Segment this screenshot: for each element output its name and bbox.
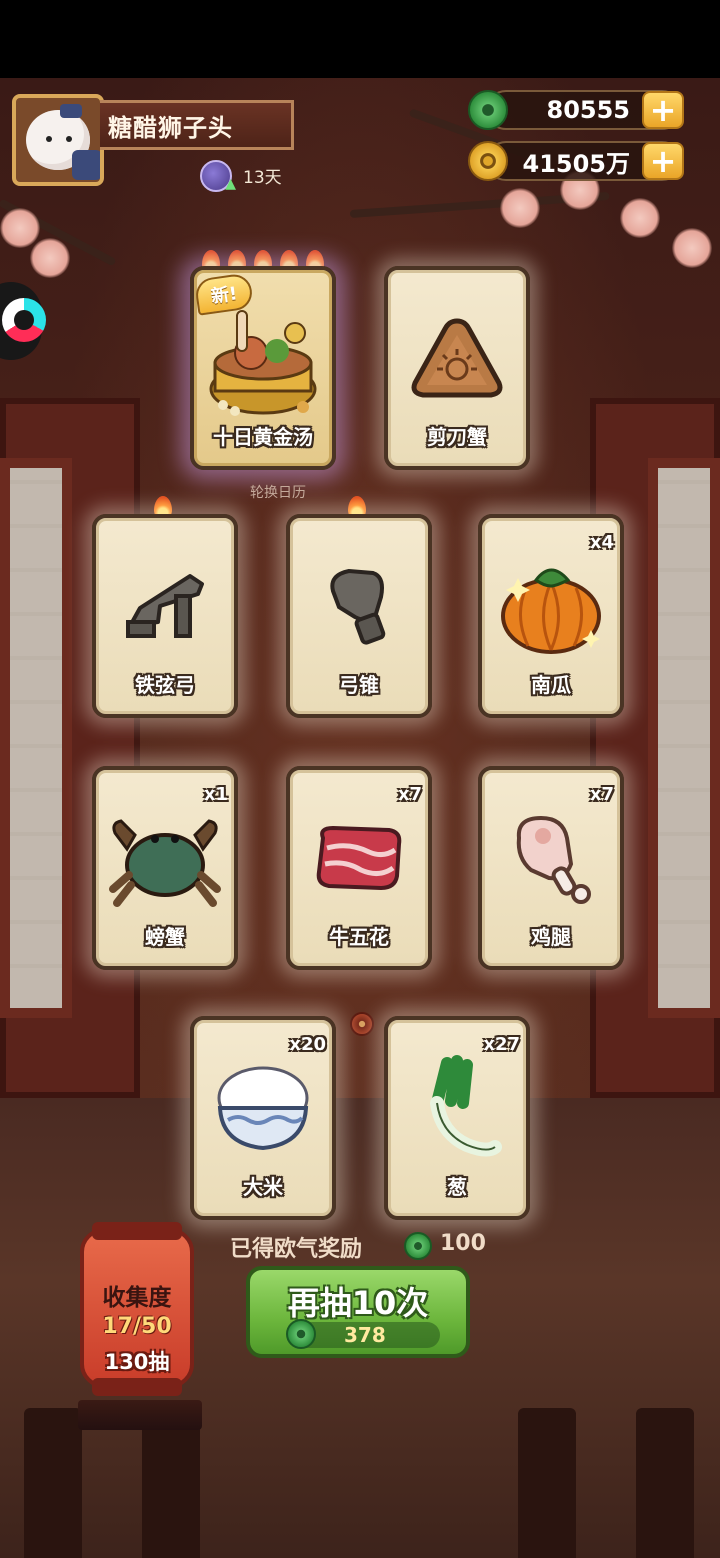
card-awl[interactable]: 弓锥 [286,514,432,718]
reward-label: 已得欧气奖励 [230,1237,363,1262]
stool-right-2 [636,1408,694,1558]
draw-cost-value: 378 [344,1323,386,1347]
card-name: 剪刀蟹 [427,425,487,449]
draw-cost: 378 [286,1319,440,1349]
stool-left [24,1408,82,1558]
collection-title: 收集度 [102,1285,172,1311]
rice-bowl-icon [208,1058,318,1162]
card-name: 螃蟹 [145,925,185,949]
coin-icon [468,141,508,181]
rotation-caption: 轮换日历 [250,485,306,501]
coin-amount: 41505万 [522,149,631,178]
add-coins-button[interactable]: + [642,142,684,180]
crab-icon [107,803,223,917]
ornament-icon [350,1012,374,1036]
card-name: 弓锥 [339,673,379,697]
golden-soup-icon [203,293,323,427]
card-name: 十日黄金汤 [213,425,313,449]
jade-amount: 80555 [546,96,631,124]
card-scissor-crab[interactable]: 剪刀蟹 [384,266,530,470]
scallion-icon [407,1053,507,1167]
card-count: x1 [203,784,228,805]
collection-progress: 17/50 [102,1314,172,1339]
login-days: 13天 [243,168,282,188]
stool-left-2 [142,1408,200,1558]
blossom [500,188,540,228]
card-name: 大米 [243,1175,283,1199]
lattice-window-left [0,458,72,1018]
card-scallion[interactable]: x27 葱 [384,1016,530,1220]
blossom [30,238,70,278]
player-name[interactable]: 糖醋狮子头 [100,100,294,150]
beef-icon [309,818,409,902]
add-jade-button[interactable]: + [642,91,684,129]
card-rice[interactable]: x20 大米 [190,1016,336,1220]
card-name: 鸡腿 [531,925,571,949]
card-name: 葱 [447,1175,467,1199]
card-count: x27 [483,1034,520,1055]
pumpkin-icon [496,556,606,660]
avatar-body [72,150,100,180]
card-name: 南瓜 [531,673,571,697]
card-count: x4 [589,532,614,553]
player-avatar[interactable] [12,94,104,186]
blossom [0,208,40,248]
drumstick-icon [501,808,601,912]
card-iron-bow[interactable]: 铁弦弓 [92,514,238,718]
lantern-stand [78,1400,202,1430]
draw-again-label: 再抽10次 [287,1284,429,1322]
collection-lantern[interactable]: 收集度 17/50 130抽 [78,1222,202,1430]
collection-pulls: 130抽 [104,1350,170,1374]
card-count: x7 [589,784,614,805]
jade-icon [404,1232,432,1260]
card-count: x20 [289,1034,326,1055]
card-name: 牛五花 [329,925,389,949]
avatar-hat [60,104,82,118]
draw-again-button[interactable]: 再抽10次 378 [246,1266,470,1358]
lattice-window-right [648,458,720,1018]
card-name: 铁弦弓 [135,673,195,697]
card-beef[interactable]: x7 牛五花 [286,766,432,970]
card-drumstick[interactable]: x7 鸡腿 [478,766,624,970]
card-pumpkin[interactable]: x4 南瓜 [478,514,624,718]
jade-icon [286,1319,316,1349]
jade-icon [468,90,508,130]
card-count: x7 [397,784,422,805]
iron-bow-icon [120,566,210,650]
blossom [672,228,712,268]
card-crab[interactable]: x1 螃蟹 [92,766,238,970]
title-badge-icon[interactable]: ▲ [200,160,236,192]
blossom [620,198,660,238]
reward-value: 100 [440,1231,486,1256]
awl-icon [319,561,399,655]
sandwich-triangle-icon [407,313,507,407]
stool-right [518,1408,576,1558]
